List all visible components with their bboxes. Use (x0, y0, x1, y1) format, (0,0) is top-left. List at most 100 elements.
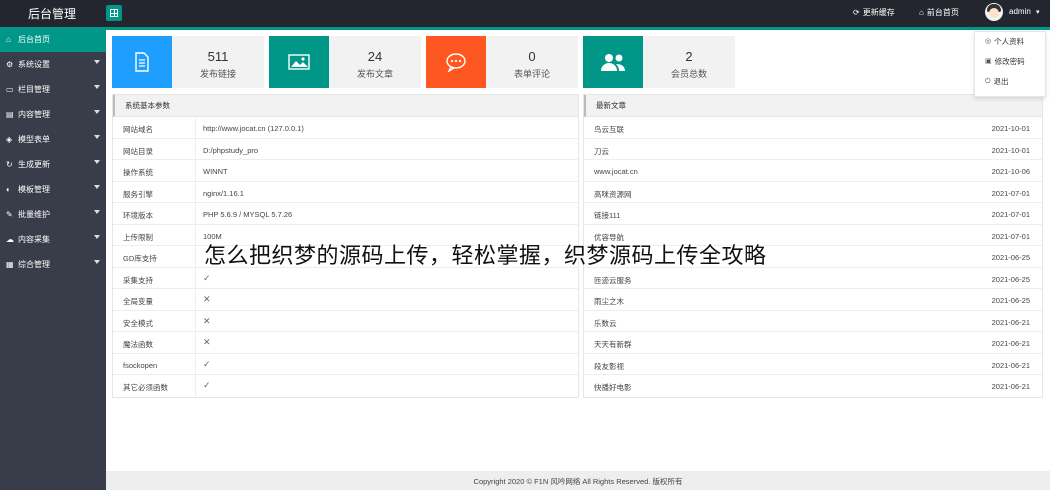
menu-item-change-password[interactable]: ▣ 修改密码 (975, 52, 1045, 72)
sidebar-item-generate[interactable]: ↻ 生成更新 (0, 152, 106, 177)
param-key: 采集支持 (123, 275, 153, 285)
home-icon: ⌂ (6, 35, 11, 44)
param-value: nginx/1.16.1 (203, 188, 244, 198)
article-date: 2021-10-01 (991, 145, 1030, 155)
list-item[interactable]: 匝迹云服务 2021-06-25 (584, 268, 1042, 289)
article-title[interactable]: 天天有新群 (594, 339, 632, 350)
list-item[interactable]: 雨尘之木 2021-06-25 (584, 289, 1042, 311)
stat-label: 会员总数 (670, 69, 707, 79)
frontend-home-label: 前台首页 (926, 8, 959, 17)
cross-icon: ✕ (203, 337, 211, 347)
stat-card-members[interactable]: 2 会员总数 (583, 36, 735, 88)
param-key: 环境版本 (123, 211, 153, 220)
article-title[interactable]: 刀云 (594, 146, 609, 157)
list-item[interactable]: 高咪资源网 2021-07-01 (584, 182, 1042, 203)
list-item[interactable]: 鸟云互联 2021-10-01 (584, 117, 1042, 139)
table-row: 服务引擎 nginx/1.16.1 (113, 181, 578, 203)
article-title[interactable]: 乐数云 (594, 318, 617, 329)
cross-icon: ✕ (203, 294, 211, 304)
article-title[interactable]: 快播好电影 (594, 382, 632, 393)
list-item[interactable]: www.jocat.cn 2021-10-06 (584, 160, 1042, 182)
article-title[interactable]: 链接111 (594, 210, 620, 221)
sidebar-item-content[interactable]: ▤ 内容管理 (0, 102, 106, 127)
check-icon: ✓ (203, 272, 211, 283)
stat-value: 511 (207, 49, 229, 64)
param-key: 网站域名 (123, 125, 153, 134)
menu-item-profile[interactable]: ◎ 个人资料 (975, 32, 1045, 52)
sidebar: ⌂ 后台首页 ⚙ 系统设置 ▭ 栏目管理 ▤ 内容管理 ◈ 模型表单 ↻ 生成更… (0, 27, 106, 490)
user-icon: ◎ (985, 38, 992, 45)
sidebar-item-template[interactable]: ◐ 模板管理 (0, 177, 106, 202)
menu-item-label: 个人资料 (994, 37, 1025, 46)
user-name[interactable]: admin (1009, 7, 1031, 16)
collect-icon: ☁ (6, 235, 14, 244)
param-key: 网站目录 (123, 146, 153, 156)
param-key: GD库支持 (123, 254, 157, 263)
list-item[interactable]: 刀云 2021-10-01 (584, 139, 1042, 160)
cube-icon: ◈ (6, 135, 13, 144)
sidebar-item-label: 栏目管理 (18, 85, 50, 94)
article-title[interactable]: www.jocat.cn (594, 167, 638, 176)
caret-down-icon (94, 260, 100, 264)
cross-icon: ✕ (203, 315, 211, 326)
sidebar-item-collect[interactable]: ☁ 内容采集 (0, 227, 106, 252)
sidebar-item-label: 批量维护 (18, 210, 50, 219)
list-item[interactable]: 天天有新群 2021-06-21 (584, 332, 1042, 354)
refresh-cache-link[interactable]: ⟳ 更新缓存 (853, 7, 895, 18)
stat-card-comments[interactable]: 0 表单评论 (426, 36, 578, 88)
param-value: D:/phpstudy_pro (203, 145, 259, 155)
article-title[interactable]: 段友影视 (594, 361, 624, 372)
menu-item-logout[interactable]: ⏻ 退出 (975, 72, 1045, 92)
monitor-icon: ▭ (6, 85, 14, 94)
sidebar-item-system[interactable]: ⚙ 系统设置 (0, 52, 106, 77)
article-title[interactable]: 雨尘之木 (594, 296, 624, 307)
sidebar-item-label: 后台首页 (18, 35, 50, 44)
sidebar-item-label: 模型表单 (18, 135, 50, 144)
sidebar-item-batch[interactable]: ✎ 批量维护 (0, 202, 106, 227)
param-key: 魔法函数 (123, 340, 153, 349)
article-title[interactable]: 高咪资源网 (594, 189, 632, 200)
sidebar-item-columns[interactable]: ▭ 栏目管理 (0, 77, 106, 102)
article-date: 2021-07-01 (991, 188, 1030, 198)
article-date: 2021-06-25 (991, 274, 1030, 284)
param-value: WINNT (203, 167, 228, 176)
users-icon (583, 36, 643, 88)
table-row: 操作系统 WINNT (113, 160, 578, 182)
caret-down-icon (94, 185, 100, 189)
stat-label: 发布文章 (356, 69, 393, 79)
avatar[interactable] (985, 3, 1003, 21)
list-item[interactable]: 链接111 2021-07-01 (584, 203, 1042, 225)
sidebar-item-home[interactable]: ⌂ 后台首页 (0, 27, 106, 52)
stat-card-links[interactable]: 511 发布链接 (112, 36, 264, 88)
footer-copyright: Copyright 2020 © F1N 风吟网络 All Rights Res… (106, 471, 1050, 490)
table-row: 环境版本 PHP 5.6.9 / MYSQL 5.7.26 (113, 203, 578, 225)
logout-icon: ⏻ (985, 78, 991, 85)
stat-card-articles[interactable]: 24 发布文章 (269, 36, 421, 88)
document-icon (112, 36, 172, 88)
stat-value: 24 (367, 49, 383, 64)
param-value: PHP 5.6.9 / MYSQL 5.7.26 (203, 210, 293, 219)
table-row: 网站目录 D:/phpstudy_pro (113, 138, 578, 160)
list-item[interactable]: 乐数云 2021-06-21 (584, 311, 1042, 332)
caret-down-icon (94, 210, 100, 214)
param-key: 安全模式 (123, 318, 153, 328)
stat-label: 表单评论 (513, 69, 550, 79)
menu-toggle-button[interactable] (106, 5, 122, 21)
table-row: 魔法函数 ✕ (113, 332, 578, 354)
menu-item-label: 退出 (993, 77, 1009, 86)
table-row: 网站域名 http://www.jocat.cn (127.0.0.1) (113, 117, 578, 139)
param-value: http://www.jocat.cn (127.0.0.1) (203, 124, 304, 133)
caret-down-icon (94, 235, 100, 239)
caret-down-icon (94, 135, 100, 139)
list-item[interactable]: 段友影视 2021-06-21 (584, 354, 1042, 375)
frontend-home-link[interactable]: ⌂ 前台首页 (919, 7, 959, 18)
sidebar-item-general[interactable]: ▦ 综合管理 (0, 252, 106, 277)
list-item[interactable]: 快播好电影 2021-06-21 (584, 375, 1042, 397)
brand-title: 后台管理 (28, 7, 77, 21)
article-title[interactable]: 匝迹云服务 (594, 275, 632, 286)
sidebar-item-model[interactable]: ◈ 模型表单 (0, 127, 106, 152)
article-title[interactable]: 鸟云互联 (594, 124, 624, 135)
menu-item-label: 修改密码 (994, 57, 1025, 66)
article-date: 2021-06-25 (991, 253, 1030, 262)
lock-icon: ▣ (985, 58, 992, 65)
